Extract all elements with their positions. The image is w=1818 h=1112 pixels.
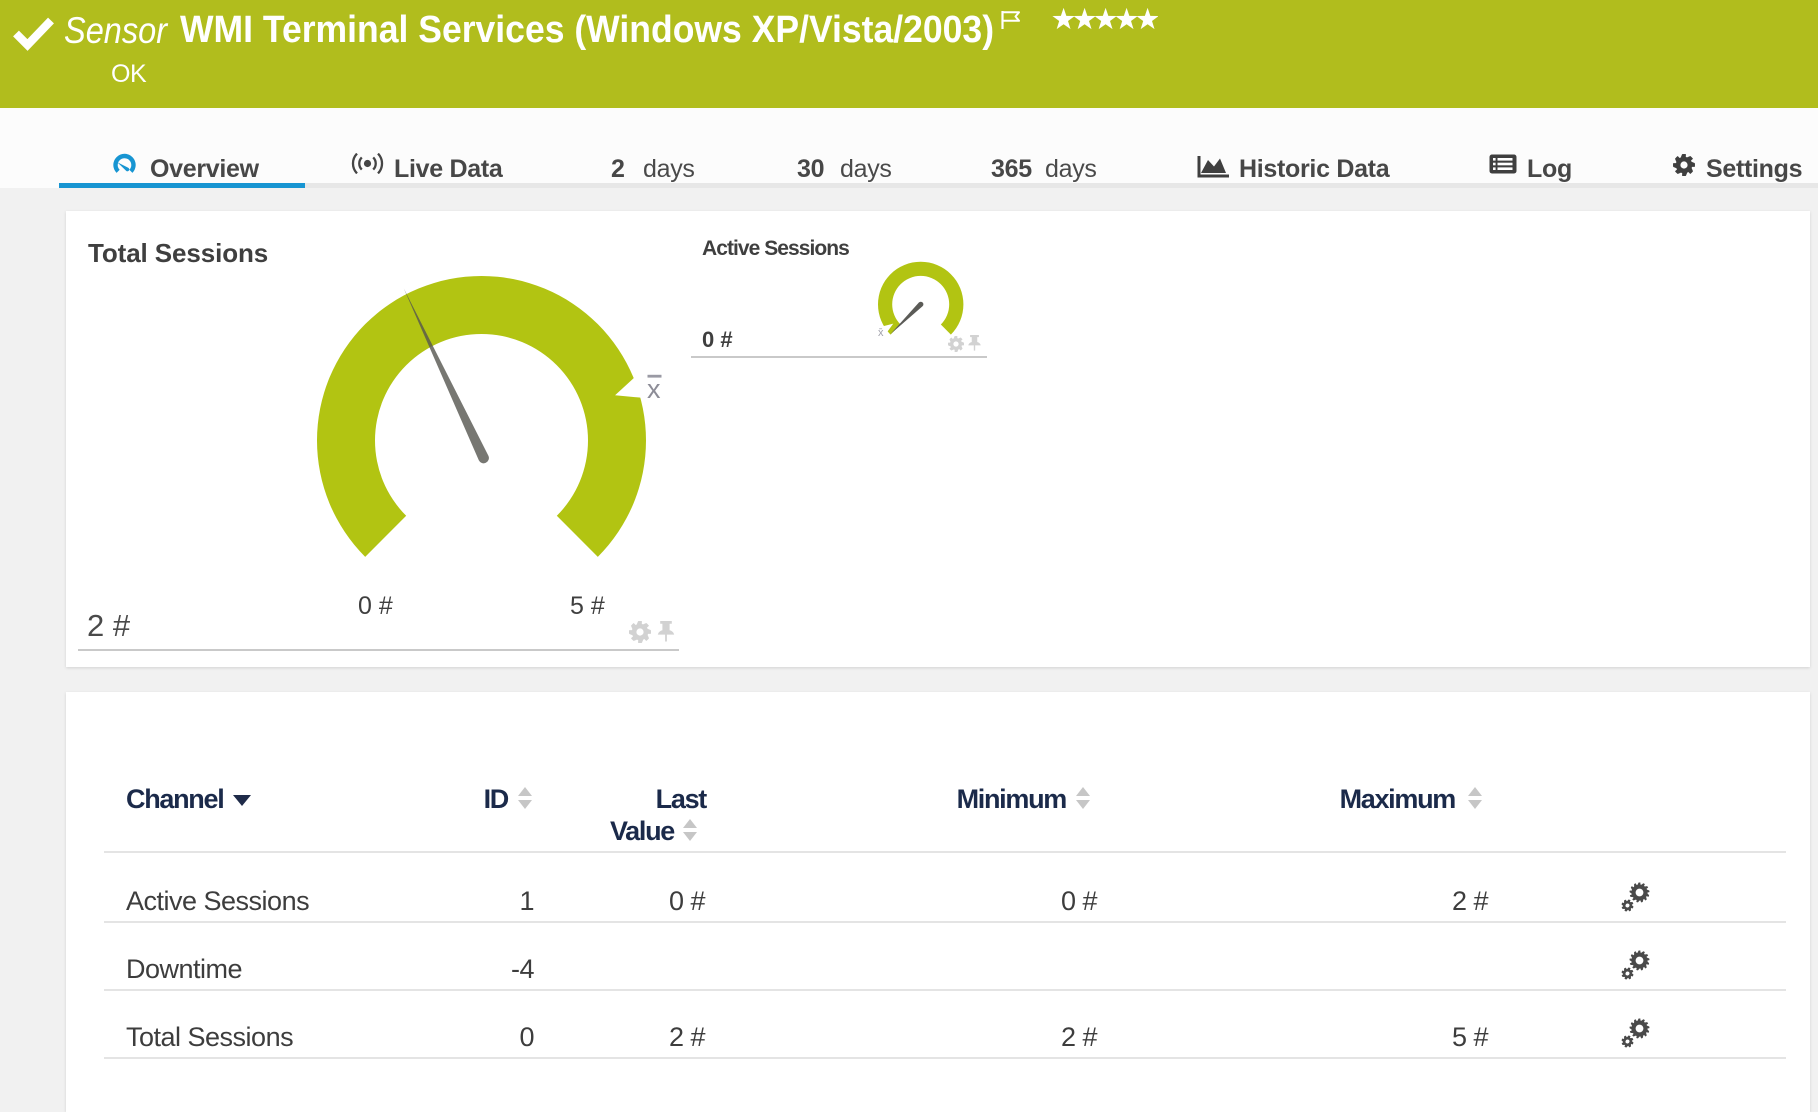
svg-text:x: x — [647, 374, 661, 404]
svg-text:x̄: x̄ — [878, 327, 884, 339]
